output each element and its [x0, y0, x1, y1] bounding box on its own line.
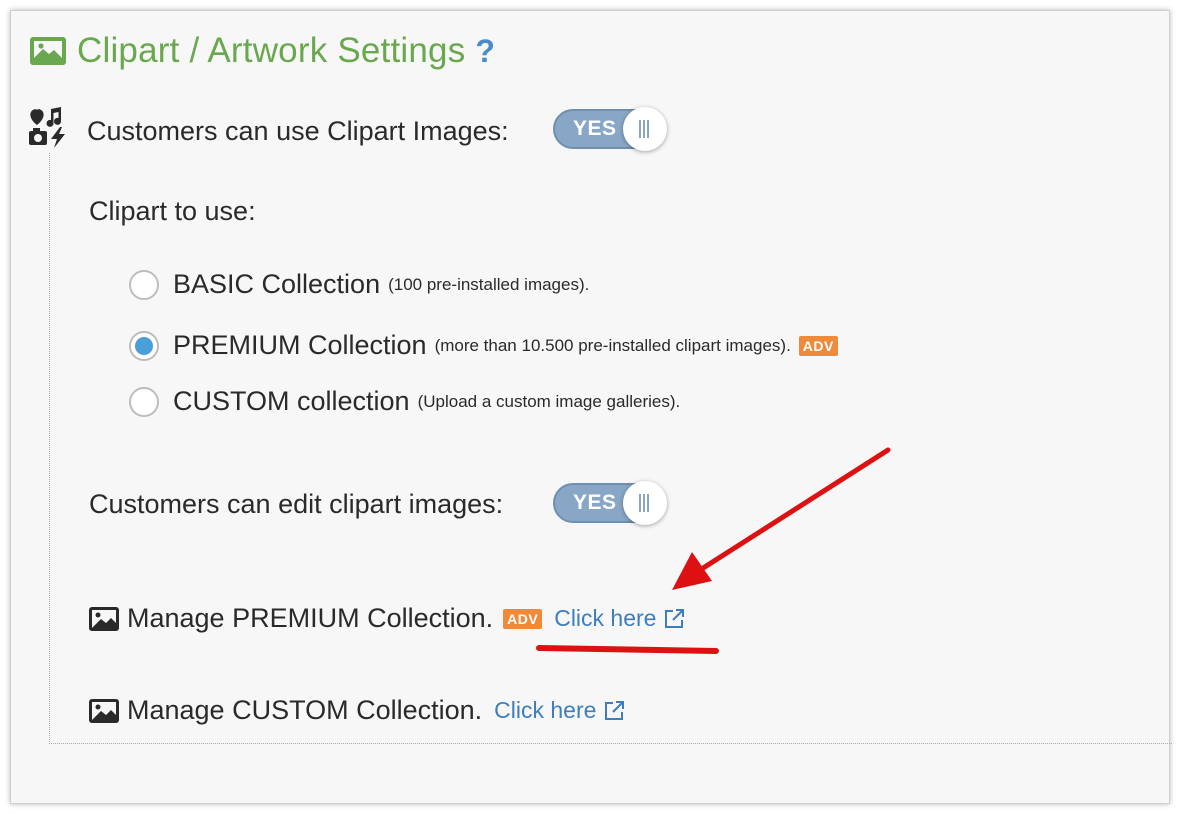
edit-clipart-label: Customers can edit clipart images:	[89, 489, 504, 519]
option-note: (more than 10.500 pre-installed clipart …	[434, 335, 791, 355]
manage-custom-row: Manage CUSTOM Collection. Click here	[89, 695, 626, 726]
toggle-state-label: YES	[573, 491, 617, 514]
grip-icon	[639, 120, 651, 138]
grip-icon	[639, 494, 651, 512]
clipart-to-use-label: Clipart to use:	[89, 196, 256, 226]
use-clipart-label: Customers can use Clipart Images:	[87, 116, 509, 146]
picture-icon	[89, 606, 119, 631]
toggle-knob	[623, 481, 667, 525]
clipart-settings-panel: Clipart / Artwork Settings ? Customers c…	[10, 10, 1172, 804]
radio-option-basic[interactable]: BASIC Collection (100 pre-installed imag…	[129, 269, 589, 300]
radio-premium[interactable]	[129, 330, 159, 361]
clipart-icon	[29, 107, 65, 148]
toggle-knob	[623, 107, 667, 151]
manage-custom-link[interactable]: Click here	[494, 697, 626, 724]
option-note: (Upload a custom image galleries).	[417, 391, 681, 411]
radio-custom[interactable]	[129, 386, 159, 417]
use-clipart-toggle[interactable]: YES	[553, 107, 667, 151]
manage-premium-row: Manage PREMIUM Collection. ADV Click her…	[89, 603, 686, 634]
manage-custom-label: Manage CUSTOM Collection.	[127, 695, 483, 725]
adv-badge: ADV	[503, 608, 543, 629]
edit-clipart-toggle[interactable]: YES	[553, 481, 667, 525]
link-text: Click here	[554, 605, 657, 631]
option-note: (100 pre-installed images).	[388, 274, 590, 294]
nested-settings-guide	[49, 153, 1172, 744]
link-text: Click here	[494, 697, 597, 723]
image-icon	[30, 37, 66, 65]
adv-badge: ADV	[798, 335, 838, 356]
radio-option-custom[interactable]: CUSTOM collection (Upload a custom image…	[129, 386, 680, 417]
section-header: Clipart / Artwork Settings ?	[29, 29, 495, 73]
radio-option-premium[interactable]: PREMIUM Collection (more than 10.500 pre…	[129, 330, 838, 361]
manage-premium-link[interactable]: Click here	[554, 605, 686, 632]
help-icon[interactable]: ?	[475, 33, 495, 70]
option-name: BASIC Collection	[173, 269, 381, 299]
option-name: PREMIUM Collection	[173, 330, 427, 360]
external-link-icon	[665, 608, 685, 628]
external-link-icon	[605, 700, 625, 720]
option-name: CUSTOM collection	[173, 386, 410, 416]
radio-basic[interactable]	[129, 269, 159, 300]
manage-premium-label: Manage PREMIUM Collection.	[127, 603, 494, 633]
toggle-state-label: YES	[573, 117, 617, 140]
picture-icon	[89, 698, 119, 723]
page-title: Clipart / Artwork Settings	[77, 31, 466, 70]
